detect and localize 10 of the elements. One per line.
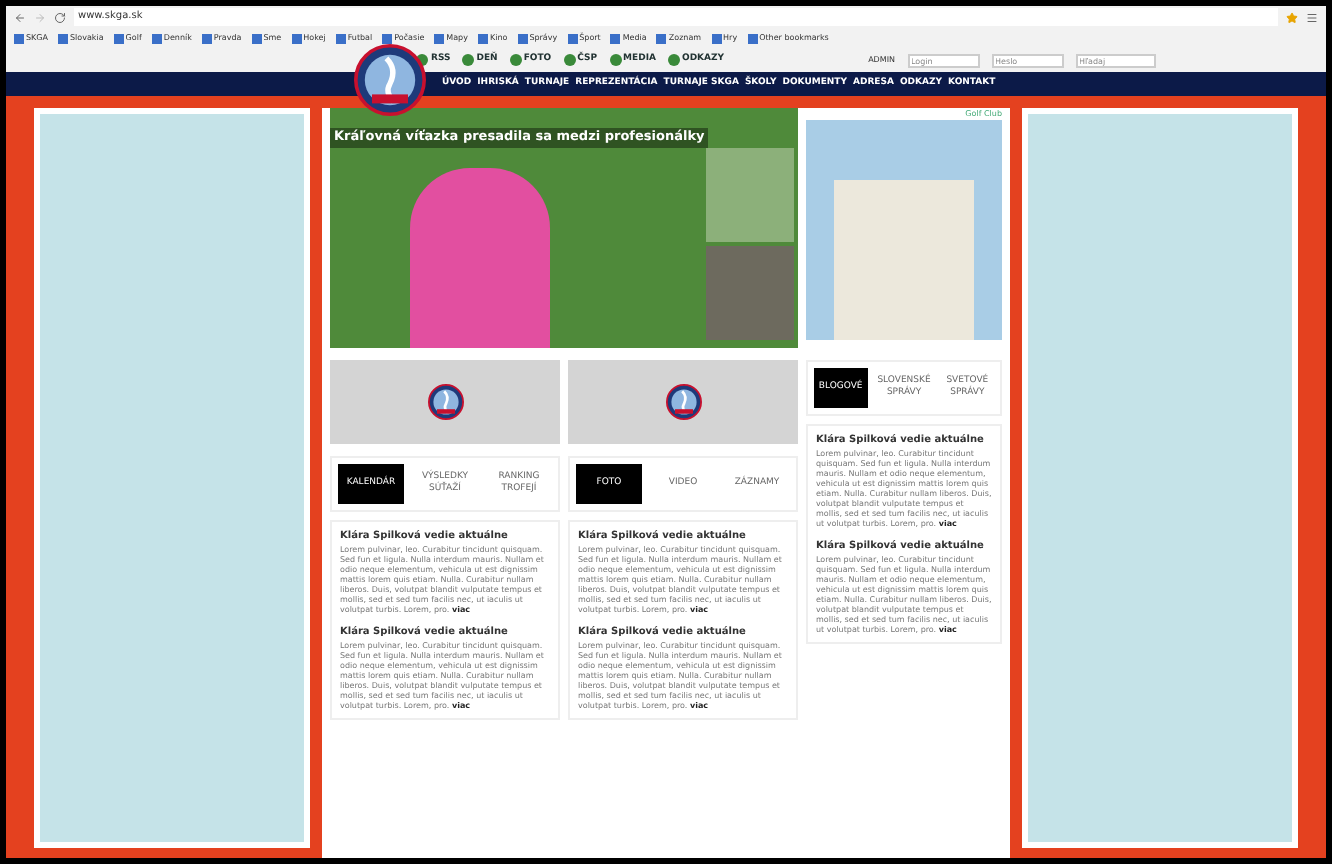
- menu-icon[interactable]: [1306, 11, 1318, 23]
- golf-logo-icon: [665, 384, 701, 420]
- back-icon[interactable]: [14, 11, 26, 23]
- golf-logo-icon: [427, 384, 463, 420]
- golf-logo-icon: [354, 44, 426, 116]
- thumbnail-photo[interactable]: [706, 246, 794, 340]
- forward-icon[interactable]: [34, 11, 46, 23]
- thumbnail-photo[interactable]: [706, 148, 794, 242]
- star-icon[interactable]: [1286, 11, 1298, 23]
- reload-icon[interactable]: [54, 11, 66, 23]
